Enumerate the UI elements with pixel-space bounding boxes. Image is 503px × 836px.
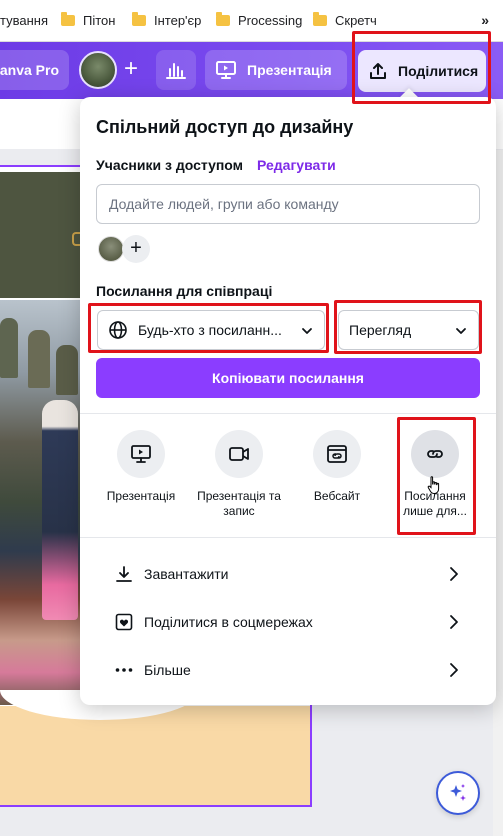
chevron-down-icon [456,328,466,334]
more-dots-icon [114,660,142,680]
bookmark-item[interactable]: тування [0,0,48,42]
permission-select[interactable]: Перегляд [338,310,479,350]
bookmark-label: Processing [238,13,303,28]
option-icon-wrap [117,430,165,478]
photo-figure [0,318,18,378]
avatar[interactable] [79,51,117,89]
option-icon-wrap [215,430,263,478]
option-website[interactable]: Вебсайт [292,430,382,504]
people-input[interactable]: Додайте людей, групи або команду [96,184,480,224]
row-label: Більше [144,662,191,678]
row-label: Поділитися в соцмережах [144,614,313,630]
bookmark-item[interactable]: Скретч [313,0,377,42]
chevron-right-icon [450,615,458,629]
present-button[interactable]: Презентація [205,50,347,90]
row-label: Завантажити [144,566,229,582]
share-button[interactable]: Поділитися [358,50,486,92]
option-label: Вебсайт [313,489,361,503]
chevron-right-icon [450,567,458,581]
folder-icon [313,12,327,26]
download-icon [114,564,142,584]
canva-pro-button[interactable]: anva Pro [0,50,69,90]
folder-icon [216,12,230,26]
collab-link-label: Посилання для співпраці [96,283,273,299]
bookmark-label: Інтер'єр [154,13,202,28]
design-olive-block [0,172,82,298]
bar-chart-icon [166,63,186,79]
option-presentation-recording[interactable]: Презентація та запис [194,430,284,519]
bookmarks-overflow-button[interactable]: » [481,12,489,28]
bookmark-label: Пітон [83,13,116,28]
option-label: Презентація [106,489,176,503]
insights-button[interactable] [156,50,196,90]
share-label: Поділитися [398,63,479,79]
design-emblem [72,232,80,246]
link-icon [427,450,443,458]
copy-link-button[interactable]: Копіювати посилання [96,358,480,398]
option-icon-wrap [313,430,361,478]
presentation-icon [216,61,236,79]
bookmark-label: тування [0,13,48,28]
divider [80,537,496,538]
add-collaborator-icon[interactable]: + [118,56,144,82]
members-label: Учасники з доступом [96,157,244,173]
edit-members-link[interactable]: Редагувати [257,157,336,173]
bookmarks-bar: тування Пітон Інтер'єр Processing Скретч… [0,0,503,42]
more-row[interactable]: Більше [96,648,480,692]
globe-icon [109,321,127,339]
bookmark-label: Скретч [335,13,377,28]
website-icon [327,445,347,463]
bookmark-item[interactable]: Інтер'єр [132,0,201,42]
folder-icon [132,12,146,26]
people-input-placeholder: Додайте людей, групи або команду [109,196,339,212]
link-access-select[interactable]: Будь-хто з посиланн... [97,310,325,350]
editor-toolbar: anva Pro + Презентація Поділитися [0,42,503,99]
folder-icon [61,12,75,26]
option-label: Презентація та запис [197,489,281,518]
download-row[interactable]: Завантажити [96,552,480,596]
copy-link-label: Копіювати посилання [212,370,364,386]
option-presentation[interactable]: Презентація [96,430,186,504]
design-peach-block [0,706,310,805]
link-access-value: Будь-хто з посиланн... [138,322,282,338]
heart-icon [114,612,142,632]
divider [80,413,496,414]
add-member-button[interactable]: + [122,235,150,263]
magic-assistant-button[interactable] [436,771,480,815]
bookmark-item[interactable]: Processing [216,0,302,42]
photo-figure [42,400,78,620]
video-camera-icon [229,447,249,461]
canva-pro-label: anva Pro [0,62,59,78]
panel-title: Спільний доступ до дизайну [96,117,354,137]
bookmark-item[interactable]: Пітон [61,0,115,42]
option-icon-wrap [411,430,459,478]
share-social-row[interactable]: Поділитися в соцмережах [96,600,480,644]
photo-figure [28,330,50,388]
chevron-down-icon [302,328,312,334]
avatar [98,236,124,262]
presentation-icon [131,445,151,463]
hand-cursor-icon [427,476,440,494]
chevron-right-icon [450,663,458,677]
permission-value: Перегляд [349,322,412,338]
upload-icon [370,63,386,79]
sparkle-icon [450,784,466,801]
photo-figure [56,345,78,395]
present-label: Презентація [247,62,332,78]
